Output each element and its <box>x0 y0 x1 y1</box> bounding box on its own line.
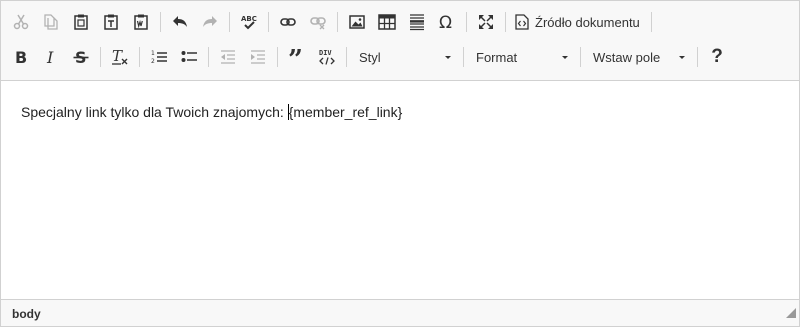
svg-text:B: B <box>15 49 27 65</box>
toolbar-separator <box>346 47 347 67</box>
outdent-button[interactable] <box>214 43 242 71</box>
toolbar-separator <box>229 12 230 32</box>
link-icon <box>280 14 296 30</box>
div-button[interactable]: DIV <box>313 43 341 71</box>
bold-icon: B <box>13 49 29 65</box>
div-icon: DIV <box>318 48 336 66</box>
paste-button[interactable] <box>67 8 95 36</box>
source-button[interactable]: Źródło dokumentu <box>511 8 646 36</box>
placeholder-token: {member_ref_link} <box>288 104 403 120</box>
strike-icon: S <box>73 49 89 65</box>
editor-content[interactable]: Specjalny link tylko dla Twoich znajomyc… <box>21 104 402 120</box>
svg-text:2: 2 <box>151 58 155 65</box>
source-button-label: Źródło dokumentu <box>535 14 640 30</box>
toolbar-separator <box>277 47 278 67</box>
italic-button[interactable]: I <box>37 43 65 71</box>
spellcheck-icon: ABC <box>240 13 258 31</box>
toolbar-separator <box>580 47 581 67</box>
maximize-button[interactable] <box>472 8 500 36</box>
style-dropdown-label: Styl <box>359 49 381 65</box>
blockquote-icon: ” <box>288 49 306 65</box>
toolbar-separator <box>208 47 209 67</box>
toolbar-separator <box>139 47 140 67</box>
copy-icon <box>43 14 59 30</box>
insert-field-dropdown-label: Wstaw pole <box>593 49 661 65</box>
source-icon <box>515 14 529 30</box>
indent-icon <box>250 49 266 65</box>
remove-format-icon: T <box>111 48 129 66</box>
remove-format-button[interactable]: T <box>106 43 134 71</box>
italic-icon: I <box>43 49 59 65</box>
cut-button[interactable] <box>7 8 35 36</box>
link-button[interactable] <box>274 8 302 36</box>
rich-text-editor: ABC Ω Źródło dokumentu B I S T 1 2 ” DIV… <box>0 0 800 327</box>
horizontal-line-button[interactable] <box>403 8 431 36</box>
element-path[interactable]: body <box>12 307 41 321</box>
style-dropdown[interactable]: Styl <box>353 45 457 69</box>
image-icon <box>349 14 365 30</box>
help-button[interactable]: ? <box>703 43 731 71</box>
toolbar-separator <box>697 47 698 67</box>
bold-button[interactable]: B <box>7 43 35 71</box>
redo-button[interactable] <box>196 8 224 36</box>
resize-handle-icon[interactable] <box>786 305 796 323</box>
paste-text-button[interactable] <box>97 8 125 36</box>
toolbar-separator <box>466 12 467 32</box>
svg-text:T: T <box>112 48 123 65</box>
cut-icon <box>13 14 29 30</box>
strike-button[interactable]: S <box>67 43 95 71</box>
toolbar-row-2: B I S T 12 ” DIV Styl Format Wstaw pole … <box>6 42 732 72</box>
svg-text:”: ” <box>288 49 303 65</box>
bulleted-list-icon <box>181 49 197 65</box>
numbered-list-button[interactable]: 12 <box>145 43 173 71</box>
chevron-down-icon <box>562 55 568 59</box>
chevron-down-icon <box>679 55 685 59</box>
indent-button[interactable] <box>244 43 272 71</box>
table-icon <box>378 14 396 30</box>
toolbar-separator <box>505 12 506 32</box>
maximize-icon <box>478 14 494 30</box>
svg-text:ABC: ABC <box>241 15 257 23</box>
format-dropdown[interactable]: Format <box>470 45 574 69</box>
image-button[interactable] <box>343 8 371 36</box>
toolbar-separator <box>650 12 652 32</box>
toolbar-separator <box>337 12 338 32</box>
unlink-button[interactable] <box>304 8 332 36</box>
horizontal-line-icon <box>409 13 425 31</box>
bulleted-list-button[interactable] <box>175 43 203 71</box>
paste-word-button[interactable] <box>127 8 155 36</box>
toolbar-separator <box>268 12 269 32</box>
editor-toolbar: ABC Ω Źródło dokumentu B I S T 1 2 ” DIV… <box>1 1 799 81</box>
blockquote-button[interactable]: ” <box>283 43 311 71</box>
special-char-button[interactable]: Ω <box>433 8 461 36</box>
unlink-icon <box>310 14 326 30</box>
content-text: Specjalny link tylko dla Twoich znajomyc… <box>21 104 288 120</box>
undo-button[interactable] <box>166 8 194 36</box>
svg-text:Ω: Ω <box>439 13 452 31</box>
editor-statusbar: body <box>1 299 799 326</box>
svg-text:1: 1 <box>151 50 155 57</box>
format-dropdown-label: Format <box>476 49 518 65</box>
insert-field-dropdown[interactable]: Wstaw pole <box>587 45 691 69</box>
table-button[interactable] <box>373 8 401 36</box>
special-char-icon: Ω <box>438 13 456 31</box>
redo-icon <box>202 14 218 30</box>
svg-text:I: I <box>46 49 54 65</box>
toolbar-separator <box>160 12 161 32</box>
paste-word-icon <box>133 14 149 30</box>
spellcheck-button[interactable]: ABC <box>235 8 263 36</box>
help-icon: ? <box>711 46 723 67</box>
numbered-list-icon: 12 <box>151 49 167 65</box>
copy-button[interactable] <box>37 8 65 36</box>
paste-icon <box>73 14 89 30</box>
outdent-icon <box>220 49 236 65</box>
svg-text:DIV: DIV <box>319 49 332 57</box>
toolbar-separator <box>463 47 464 67</box>
toolbar-separator <box>100 47 101 67</box>
toolbar-row-1: ABC Ω Źródło dokumentu <box>6 7 656 37</box>
undo-icon <box>172 14 188 30</box>
paste-text-icon <box>103 14 119 30</box>
chevron-down-icon <box>445 55 451 59</box>
